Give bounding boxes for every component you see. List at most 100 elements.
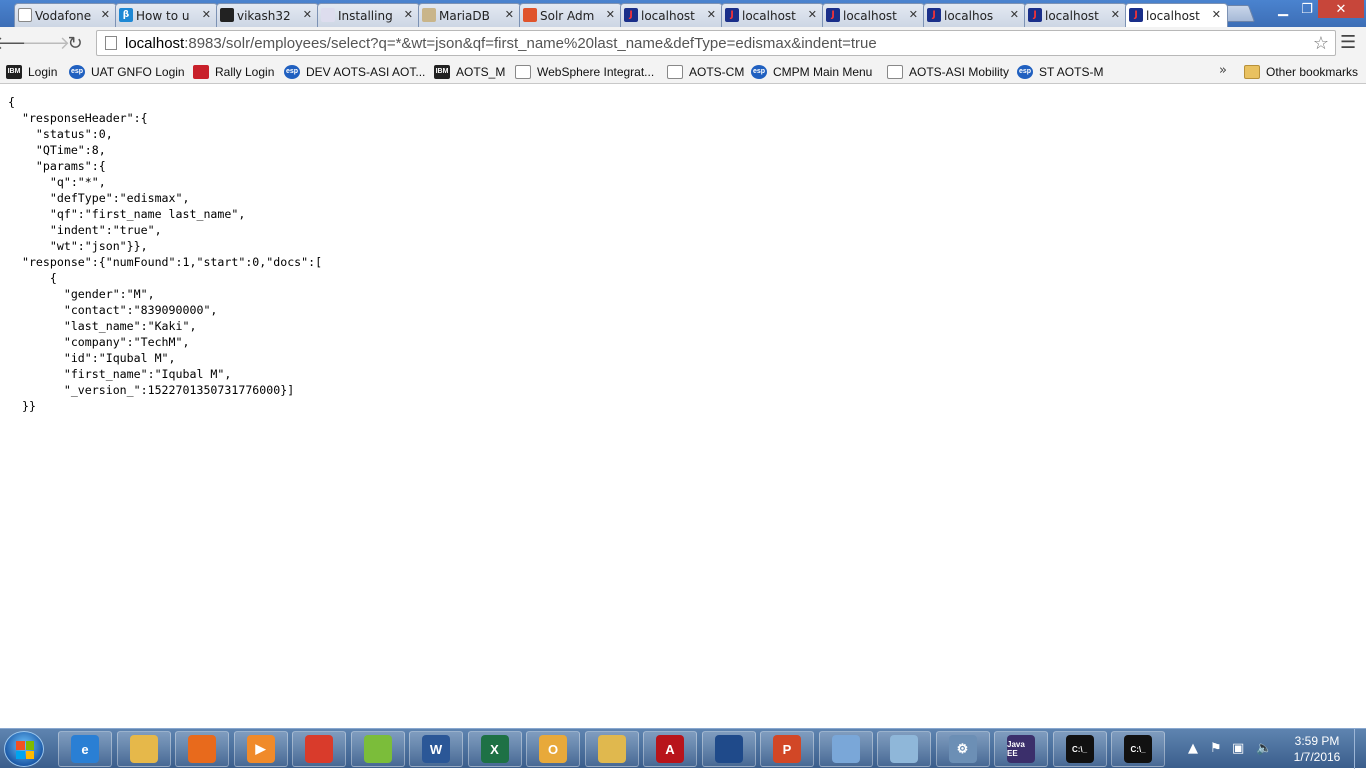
- tab-3[interactable]: Installing ✕: [317, 3, 420, 27]
- bookmark-label: AOTS-CM: [689, 64, 745, 79]
- installing-icon: [321, 8, 335, 22]
- bookmark-item[interactable]: AOTS-ASI Mobility: [887, 62, 1009, 81]
- taskbar-app-button[interactable]: O: [526, 731, 580, 767]
- tab-7[interactable]: Jlocalhost ✕: [721, 3, 824, 27]
- json-line: "defType":"edismax",: [8, 191, 190, 205]
- taskbar-app-button[interactable]: [175, 731, 229, 767]
- volume-icon[interactable]: 🔈: [1256, 741, 1272, 756]
- taskbar-app-button[interactable]: [877, 731, 931, 767]
- excel-icon: X: [480, 735, 509, 763]
- taskbar-app-button[interactable]: [116, 731, 171, 767]
- taskbar-app-button[interactable]: A: [643, 731, 697, 767]
- esp-bookmark-icon: esp: [751, 64, 767, 79]
- taskbar-app-button[interactable]: [292, 731, 346, 767]
- bookmark-item[interactable]: IBM Login: [6, 62, 57, 81]
- tab-title: localhost: [1146, 8, 1200, 23]
- bookmark-item[interactable]: WebSphere Integrat...: [515, 62, 654, 81]
- jr-icon: J: [1129, 8, 1143, 22]
- tab-close-icon[interactable]: ✕: [1212, 8, 1221, 21]
- tab-close-icon[interactable]: ✕: [1111, 8, 1120, 21]
- start-button[interactable]: [4, 731, 44, 767]
- json-line: "params":{: [8, 159, 106, 173]
- bookmark-item[interactable]: esp CMPM Main Menu: [751, 62, 872, 81]
- forward-button[interactable]: 🡒: [22, 31, 70, 55]
- bookmark-item[interactable]: esp DEV AOTS-ASI AOT...: [284, 62, 425, 81]
- tab-close-icon[interactable]: ✕: [707, 8, 716, 21]
- tab-title: Installing: [338, 8, 393, 23]
- tab-close-icon[interactable]: ✕: [808, 8, 817, 21]
- tab-close-icon[interactable]: ✕: [505, 8, 514, 21]
- tab-10[interactable]: Jlocalhost ✕: [1024, 3, 1127, 27]
- taskbar-app-button[interactable]: W: [409, 731, 463, 767]
- taskbar-app-button[interactable]: X: [467, 731, 522, 767]
- address-bar[interactable]: localhost:8983/solr/employees/select?q=*…: [96, 30, 1336, 56]
- tab-close-icon[interactable]: ✕: [909, 8, 918, 21]
- taskbar-app-button[interactable]: C:\_: [1052, 731, 1107, 767]
- tab-5[interactable]: Solr Adm ✕: [519, 3, 622, 27]
- tab-title: localhost: [742, 8, 796, 23]
- media-player-icon: ▶: [246, 735, 275, 763]
- page-icon: [105, 36, 117, 50]
- bookmark-label: Login: [28, 64, 58, 79]
- clock[interactable]: 3:59 PM 1/7/2016: [1288, 733, 1346, 765]
- bookmark-star-icon[interactable]: ☆: [1313, 33, 1329, 54]
- bookmark-item[interactable]: Rally Login: [193, 62, 274, 81]
- tab-close-icon[interactable]: ✕: [101, 8, 110, 21]
- taskbar-app-button[interactable]: ▶: [233, 731, 288, 767]
- tab-close-icon[interactable]: ✕: [404, 8, 413, 21]
- tab-2[interactable]: vikash32 ✕: [216, 3, 319, 27]
- taskbar-app-button[interactable]: Java EE: [994, 731, 1048, 767]
- taskbar-app-button[interactable]: P: [760, 731, 814, 767]
- restore-button[interactable]: ❐: [1294, 0, 1320, 18]
- notebook-icon: [890, 735, 918, 763]
- taskbar-app-button[interactable]: [584, 731, 639, 767]
- network-icon[interactable]: ▣: [1232, 741, 1244, 756]
- more-bookmarks-chevron-icon[interactable]: »: [1219, 63, 1227, 78]
- tab-8[interactable]: Jlocalhost ✕: [822, 3, 925, 27]
- taskbar-app-button[interactable]: e: [58, 731, 112, 767]
- menu-icon[interactable]: ☰: [1340, 32, 1356, 53]
- taskbar-app-button[interactable]: [350, 731, 405, 767]
- tab-close-icon[interactable]: ✕: [1010, 8, 1019, 21]
- bookmark-item[interactable]: esp ST AOTS-M: [1017, 62, 1103, 81]
- tab-title: Solr Adm: [540, 8, 595, 23]
- taskbar-app-button[interactable]: C:\_: [1111, 731, 1165, 767]
- tab-close-icon[interactable]: ✕: [303, 8, 312, 21]
- bookmark-item[interactable]: esp UAT GNFO Login: [69, 62, 185, 81]
- close-window-button[interactable]: ✕: [1318, 0, 1364, 18]
- json-line: "_version_":1522701350731776000}]: [8, 383, 295, 397]
- solr-icon: [523, 8, 537, 22]
- other-bookmarks-folder[interactable]: Other bookmarks: [1244, 62, 1358, 81]
- tab-4[interactable]: MariaDB ✕: [418, 3, 521, 27]
- taskbar-app-button[interactable]: [701, 731, 756, 767]
- taskbar-app-button[interactable]: [818, 731, 873, 767]
- rally-bookmark-icon: [193, 64, 209, 79]
- bookmark-item[interactable]: AOTS-CM: [667, 62, 744, 81]
- acrobat-icon: A: [656, 735, 684, 763]
- tab-11[interactable]: Jlocalhost ✕: [1125, 3, 1228, 27]
- tab-1[interactable]: β How to u ✕: [115, 3, 218, 27]
- tab-0[interactable]: Vodafone ✕: [14, 3, 117, 27]
- action-center-flag-icon[interactable]: ⚑: [1210, 741, 1222, 756]
- json-line: "company":"TechM",: [8, 335, 190, 349]
- taskbar-app-button[interactable]: ⚙: [935, 731, 990, 767]
- bookmark-label: DEV AOTS-ASI AOT...: [306, 64, 426, 79]
- tab-title: Vodafone: [35, 8, 92, 23]
- bookmark-label: AOTS_M: [456, 64, 506, 79]
- folder-icon: [1244, 64, 1260, 79]
- json-line: "wt":"json"}},: [8, 239, 148, 253]
- show-desktop-button[interactable]: [1354, 729, 1366, 769]
- tab-6[interactable]: Jlocalhost ✕: [620, 3, 723, 27]
- show-hidden-icons-icon[interactable]: ▲: [1188, 741, 1198, 756]
- tab-strip: Vodafone ✕ β How to u ✕ vikash32 ✕ Installing ✕ M…: [0, 0, 1366, 27]
- mariadb-icon: [422, 8, 436, 22]
- tab-close-icon[interactable]: ✕: [606, 8, 615, 21]
- bookmark-item[interactable]: IBM AOTS_M: [434, 62, 505, 81]
- tab-9[interactable]: Jlocalhos ✕: [923, 3, 1026, 27]
- json-line: "contact":"839090000",: [8, 303, 218, 317]
- reload-button[interactable]: ↻: [63, 31, 87, 55]
- minimize-button[interactable]: ▁: [1270, 0, 1296, 18]
- json-line: "last_name":"Kaki",: [8, 319, 197, 333]
- json-line: "gender":"M",: [8, 287, 155, 301]
- tab-close-icon[interactable]: ✕: [202, 8, 211, 21]
